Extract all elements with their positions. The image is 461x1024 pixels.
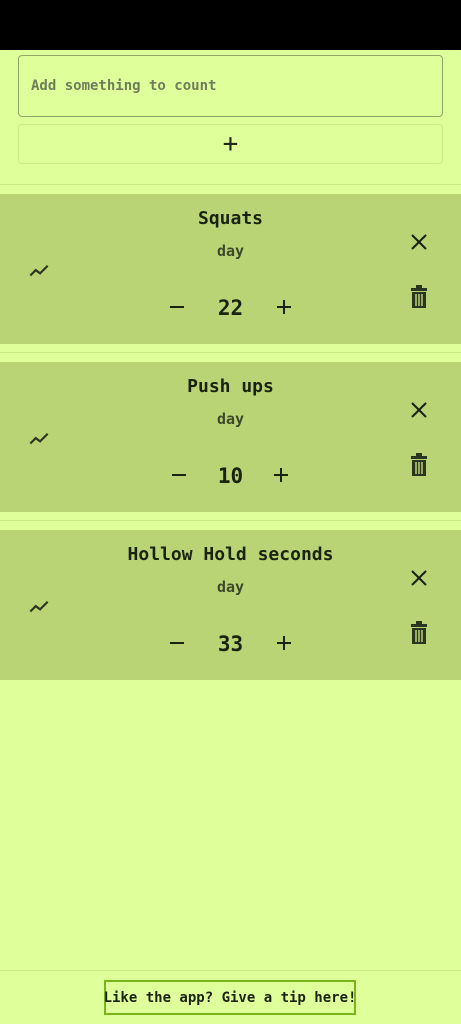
counter-value: 10: [217, 464, 244, 488]
trash-icon: [411, 285, 427, 308]
add-counter-button[interactable]: +: [18, 124, 443, 164]
delete-button[interactable]: [404, 618, 434, 648]
close-icon: [411, 234, 427, 250]
increment-button[interactable]: [269, 628, 299, 658]
counter-card-squats: Squats day 22: [0, 194, 461, 344]
plus-icon: [277, 300, 291, 314]
counter-period: day: [216, 578, 245, 596]
counter-value: 33: [217, 632, 244, 656]
divider: [0, 352, 461, 353]
counter-period: day: [216, 410, 245, 428]
close-button[interactable]: [404, 563, 434, 593]
divider: [0, 184, 461, 185]
increment-button[interactable]: [266, 460, 296, 490]
counter-value: 22: [217, 296, 244, 320]
counter-title: Squats: [197, 208, 264, 229]
increment-button[interactable]: [269, 292, 299, 322]
counter-period: day: [216, 242, 245, 260]
plus-icon: [277, 636, 291, 650]
close-icon: [411, 570, 427, 586]
delete-button[interactable]: [404, 282, 434, 312]
status-bar: [0, 0, 461, 50]
divider: [0, 520, 461, 521]
add-counter-input[interactable]: [18, 55, 443, 117]
close-button[interactable]: [404, 227, 434, 257]
counter-card-hollow-hold: Hollow Hold seconds day 33: [0, 530, 461, 680]
close-button[interactable]: [404, 395, 434, 425]
tip-button[interactable]: Like the app? Give a tip here!: [104, 980, 356, 1015]
counter-card-push-ups: Push ups day 10: [0, 362, 461, 512]
counter-title: Push ups: [187, 376, 274, 397]
delete-button[interactable]: [404, 450, 434, 480]
counter-title: Hollow Hold seconds: [127, 544, 334, 565]
plus-icon: [274, 468, 288, 482]
add-button-label: +: [222, 129, 239, 159]
tip-button-label: Like the app? Give a tip here!: [103, 989, 357, 1006]
trash-icon: [411, 621, 427, 644]
footer-divider: [0, 970, 461, 971]
trash-icon: [411, 453, 427, 476]
close-icon: [411, 402, 427, 418]
